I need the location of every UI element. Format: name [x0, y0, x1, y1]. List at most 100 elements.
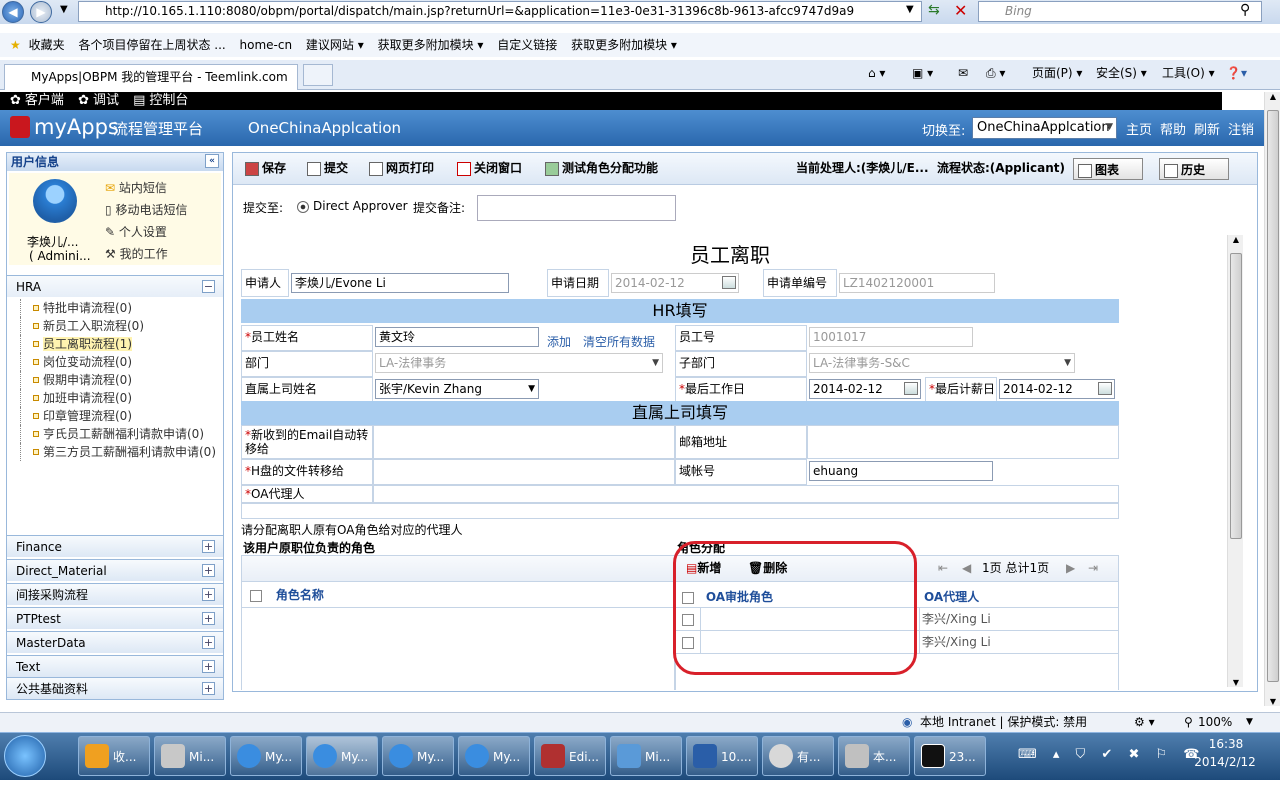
scroll-down-icon[interactable]: ▼	[1266, 697, 1280, 706]
taskbar-item[interactable]: 有...	[762, 736, 834, 776]
stop-icon[interactable]: ✕	[954, 1, 967, 20]
section-text[interactable]: Text +	[7, 655, 223, 677]
scroll-up-icon[interactable]: ▲	[1266, 92, 1280, 101]
clock-date[interactable]: 2014/2/12	[1190, 755, 1260, 769]
taskbar-item[interactable]: My...	[230, 736, 302, 776]
fav-link-4[interactable]: 获取更多附加模块 ▾	[378, 33, 484, 57]
zoom-dropdown-icon[interactable]: ▼	[1246, 713, 1253, 731]
home-icon[interactable]: ⌂ ▾	[868, 60, 885, 86]
clock-time[interactable]: 16:38	[1196, 737, 1256, 751]
scroll-thumb[interactable]	[1267, 110, 1279, 682]
section-finance[interactable]: Finance +	[7, 535, 223, 557]
email-forward-input[interactable]	[373, 425, 675, 459]
fav-link-3[interactable]: 建议网站 ▾	[306, 33, 364, 57]
favorites-button[interactable]: 收藏夹	[29, 33, 65, 57]
sms-link[interactable]: ▯ 移动电话短信	[105, 201, 187, 218]
section-masterdata[interactable]: MasterData +	[7, 631, 223, 653]
chart-button[interactable]: 图表	[1073, 158, 1143, 180]
taskbar-item[interactable]: 收...	[78, 736, 150, 776]
search-icon[interactable]: ⚲	[1240, 2, 1250, 18]
last-payday-input[interactable]: 2014-02-12	[999, 379, 1115, 399]
tree-item[interactable]: 亨氏员工薪酬福利请款申请(0)	[11, 425, 221, 443]
calendar-icon[interactable]	[1098, 382, 1112, 395]
add-link[interactable]: 添加	[547, 333, 571, 350]
client-button[interactable]: 客户端	[25, 93, 64, 108]
logout-link[interactable]: 注销	[1228, 119, 1254, 138]
mail-icon[interactable]: ✉	[958, 60, 968, 86]
oa-agent-input[interactable]	[373, 485, 1119, 503]
oa-agent-cell[interactable]: 李兴/Xing Li	[922, 608, 991, 630]
test-role-button[interactable]: 测试角色分配功能	[545, 157, 658, 179]
taskbar-item[interactable]: Mi...	[610, 736, 682, 776]
minus-icon[interactable]: −	[202, 280, 215, 293]
new-tab-button[interactable]	[303, 64, 333, 86]
tab-active[interactable]: MyApps|OBPM 我的管理平台 - Teemlink.com	[4, 64, 298, 90]
first-page-icon[interactable]: ⇤	[938, 556, 948, 580]
h-drive-input[interactable]	[373, 459, 675, 485]
taskbar-item[interactable]: My...	[382, 736, 454, 776]
tree-item-active[interactable]: 员工离职流程(1)	[11, 335, 221, 353]
help-link[interactable]: 帮助	[1160, 119, 1186, 138]
refresh-icon[interactable]: ⇆	[928, 2, 940, 18]
feeds-icon[interactable]: ▣ ▾	[912, 60, 933, 86]
prev-page-icon[interactable]: ◀	[962, 556, 971, 580]
tree-item[interactable]: 岗位变动流程(0)	[11, 353, 221, 371]
print-button[interactable]: 网页打印	[369, 157, 434, 179]
hra-section-header[interactable]: HRA −	[7, 275, 223, 297]
taskbar-item[interactable]: 23...	[914, 736, 986, 776]
help-icon[interactable]: ❓▾	[1226, 60, 1247, 86]
console-button[interactable]: 控制台	[149, 93, 188, 108]
plus-icon[interactable]: +	[202, 564, 215, 577]
form-scrollbar[interactable]: ▲ ▼	[1227, 235, 1243, 687]
taskbar-item-active[interactable]: My...	[306, 736, 378, 776]
debug-button[interactable]: 调试	[93, 93, 119, 108]
scroll-thumb[interactable]	[1230, 253, 1242, 539]
my-work-link[interactable]: ⚒ 我的工作	[105, 245, 168, 262]
safety-menu[interactable]: 安全(S) ▾	[1096, 60, 1147, 86]
taskbar-item[interactable]: Edi...	[534, 736, 606, 776]
tree-item[interactable]: 特批申请流程(0)	[11, 299, 221, 317]
tools-menu[interactable]: 工具(O) ▾	[1162, 60, 1215, 86]
collapse-icon[interactable]: «	[205, 154, 219, 168]
back-icon[interactable]: ◀	[2, 1, 24, 23]
settings-link[interactable]: ✎ 个人设置	[105, 223, 167, 240]
plus-icon[interactable]: +	[202, 612, 215, 625]
start-button[interactable]	[4, 735, 46, 777]
plus-icon[interactable]: +	[202, 682, 215, 695]
app-switch-select[interactable]: OneChinaApplcation ▼	[972, 117, 1117, 139]
section-direct-material[interactable]: Direct_Material +	[7, 559, 223, 581]
domain-input[interactable]: ehuang	[809, 461, 993, 481]
fav-link-6[interactable]: 获取更多附加模块 ▾	[571, 33, 677, 57]
message-link[interactable]: ✉ 站内短信	[105, 179, 167, 196]
taskbar-item[interactable]: 本...	[838, 736, 910, 776]
plus-icon[interactable]: +	[202, 636, 215, 649]
zoom-level[interactable]: 100%	[1198, 713, 1232, 731]
plus-icon[interactable]: +	[202, 540, 215, 553]
next-page-icon[interactable]: ▶	[1066, 556, 1075, 580]
plus-icon[interactable]: +	[202, 588, 215, 601]
taskbar-item[interactable]: 10....	[686, 736, 758, 776]
page-menu[interactable]: 页面(P) ▾	[1032, 60, 1082, 86]
taskbar-item[interactable]: Mi...	[154, 736, 226, 776]
section-ptptest[interactable]: PTPtest +	[7, 607, 223, 629]
home-link[interactable]: 主页	[1126, 119, 1152, 138]
calendar-icon[interactable]	[904, 382, 918, 395]
tree-item[interactable]: 印章管理流程(0)	[11, 407, 221, 425]
email-addr-input[interactable]	[807, 425, 1119, 459]
approver-radio[interactable]	[297, 201, 309, 213]
save-button[interactable]: 保存	[245, 157, 286, 179]
fav-link-2[interactable]: home-cn	[240, 33, 293, 57]
url-input[interactable]: http://10.165.1.110:8080/obpm/portal/dis…	[78, 1, 922, 22]
fav-link-5[interactable]: 自定义链接	[497, 33, 557, 57]
tree-item[interactable]: 假期申请流程(0)	[11, 371, 221, 389]
fav-link-1[interactable]: 各个项目停留在上周状态 ...	[78, 33, 225, 57]
taskbar-item[interactable]: My...	[458, 736, 530, 776]
note-input[interactable]	[477, 195, 676, 221]
manager-select[interactable]: 张宇/Kevin Zhang ▼	[375, 379, 539, 399]
tree-item[interactable]: 加班申请流程(0)	[11, 389, 221, 407]
history-dropdown-icon[interactable]: ▼	[60, 4, 68, 15]
tree-item[interactable]: 第三方员工薪酬福利请款申请(0)	[11, 443, 221, 461]
last-page-icon[interactable]: ⇥	[1088, 556, 1098, 580]
refresh-link[interactable]: 刷新	[1194, 119, 1220, 138]
last-workday-input[interactable]: 2014-02-12	[809, 379, 921, 399]
